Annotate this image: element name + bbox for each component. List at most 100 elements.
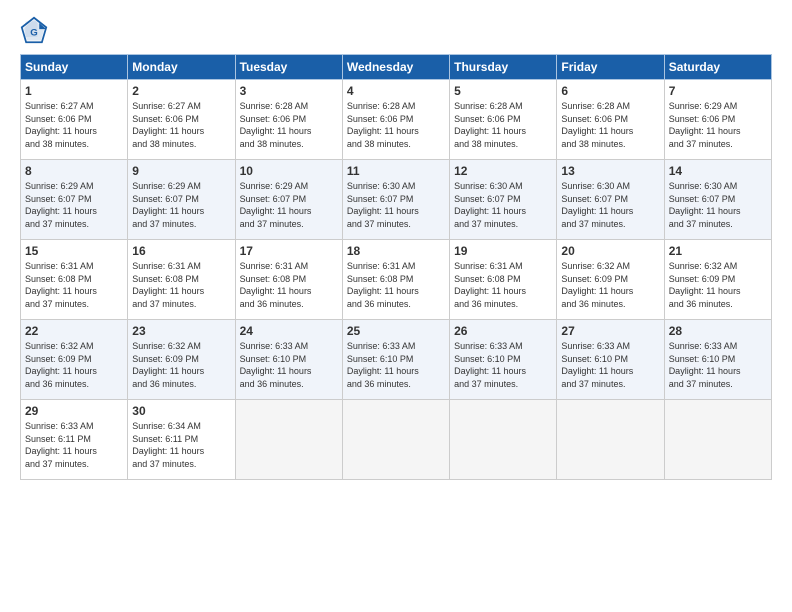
day-info: Sunrise: 6:28 AM Sunset: 6:06 PM Dayligh… (561, 100, 659, 150)
day-number: 18 (347, 244, 445, 258)
calendar-week-4: 22Sunrise: 6:32 AM Sunset: 6:09 PM Dayli… (21, 320, 772, 400)
calendar-header-row: SundayMondayTuesdayWednesdayThursdayFrid… (21, 55, 772, 80)
calendar-cell: 7 Sunrise: 6:29 AM Sunset: 6:06 PM Daylig… (664, 80, 771, 160)
calendar-cell: 25 Sunrise: 6:33 AM Sunset: 6:10 PM Dayli… (342, 320, 449, 400)
calendar-cell: 6 Sunrise: 6:28 AM Sunset: 6:06 PM Daylig… (557, 80, 664, 160)
header-day-sunday: Sunday (21, 55, 128, 80)
calendar-cell: 3 Sunrise: 6:28 AM Sunset: 6:06 PM Daylig… (235, 80, 342, 160)
day-number: 3 (240, 84, 338, 98)
calendar-cell: 21Sunrise: 6:32 AM Sunset: 6:09 PM Dayli… (664, 240, 771, 320)
calendar-cell: 30 Sunrise: 6:34 AM Sunset: 6:11 PM Dayli… (128, 400, 235, 480)
calendar-cell (664, 400, 771, 480)
calendar-cell: 16 Sunrise: 6:31 AM Sunset: 6:08 PM Dayli… (128, 240, 235, 320)
day-info: Sunrise: 6:30 AM Sunset: 6:07 PM Dayligh… (454, 180, 552, 230)
calendar-cell: 8 Sunrise: 6:29 AM Sunset: 6:07 PM Daylig… (21, 160, 128, 240)
day-number: 12 (454, 164, 552, 178)
calendar-header: SundayMondayTuesdayWednesdayThursdayFrid… (21, 55, 772, 80)
day-info: Sunrise: 6:31 AM Sunset: 6:08 PM Dayligh… (347, 260, 445, 310)
calendar-cell: 26Sunrise: 6:33 AM Sunset: 6:10 PM Dayli… (450, 320, 557, 400)
day-number: 4 (347, 84, 445, 98)
day-info: Sunrise: 6:32 AM Sunset: 6:09 PM Dayligh… (669, 260, 767, 310)
day-number: 30 (132, 404, 230, 418)
calendar-week-2: 8 Sunrise: 6:29 AM Sunset: 6:07 PM Daylig… (21, 160, 772, 240)
day-number: 19 (454, 244, 552, 258)
day-number: 7 (669, 84, 767, 98)
header-day-wednesday: Wednesday (342, 55, 449, 80)
day-number: 20 (561, 244, 659, 258)
header-day-monday: Monday (128, 55, 235, 80)
day-info: Sunrise: 6:30 AM Sunset: 6:07 PM Dayligh… (347, 180, 445, 230)
logo: G (20, 16, 52, 44)
calendar-cell: 28 Sunrise: 6:33 AM Sunset: 6:10 PM Dayli… (664, 320, 771, 400)
calendar-week-5: 29 Sunrise: 6:33 AM Sunset: 6:11 PM Dayli… (21, 400, 772, 480)
day-number: 15 (25, 244, 123, 258)
day-number: 16 (132, 244, 230, 258)
day-info: Sunrise: 6:31 AM Sunset: 6:08 PM Dayligh… (454, 260, 552, 310)
calendar-cell: 18 Sunrise: 6:31 AM Sunset: 6:08 PM Dayli… (342, 240, 449, 320)
day-info: Sunrise: 6:33 AM Sunset: 6:10 PM Dayligh… (669, 340, 767, 390)
day-info: Sunrise: 6:33 AM Sunset: 6:11 PM Dayligh… (25, 420, 123, 470)
day-number: 9 (132, 164, 230, 178)
day-info: Sunrise: 6:30 AM Sunset: 6:07 PM Dayligh… (669, 180, 767, 230)
calendar-cell: 12 Sunrise: 6:30 AM Sunset: 6:07 PM Dayli… (450, 160, 557, 240)
day-info: Sunrise: 6:33 AM Sunset: 6:10 PM Dayligh… (347, 340, 445, 390)
day-number: 25 (347, 324, 445, 338)
day-number: 27 (561, 324, 659, 338)
calendar-body: 1Sunrise: 6:27 AM Sunset: 6:06 PM Daylig… (21, 80, 772, 480)
calendar-table: SundayMondayTuesdayWednesdayThursdayFrid… (20, 54, 772, 480)
svg-text:G: G (30, 27, 37, 38)
day-info: Sunrise: 6:29 AM Sunset: 6:06 PM Dayligh… (669, 100, 767, 150)
calendar-week-3: 15 Sunrise: 6:31 AM Sunset: 6:08 PM Dayli… (21, 240, 772, 320)
day-info: Sunrise: 6:31 AM Sunset: 6:08 PM Dayligh… (240, 260, 338, 310)
calendar-cell: 11 Sunrise: 6:30 AM Sunset: 6:07 PM Dayli… (342, 160, 449, 240)
day-number: 5 (454, 84, 552, 98)
calendar-cell: 20Sunrise: 6:32 AM Sunset: 6:09 PM Dayli… (557, 240, 664, 320)
calendar-cell: 14 Sunrise: 6:30 AM Sunset: 6:07 PM Dayli… (664, 160, 771, 240)
day-number: 6 (561, 84, 659, 98)
calendar-cell: 2 Sunrise: 6:27 AM Sunset: 6:06 PM Daylig… (128, 80, 235, 160)
header-day-saturday: Saturday (664, 55, 771, 80)
calendar-cell: 17Sunrise: 6:31 AM Sunset: 6:08 PM Dayli… (235, 240, 342, 320)
calendar-cell (235, 400, 342, 480)
day-info: Sunrise: 6:33 AM Sunset: 6:10 PM Dayligh… (561, 340, 659, 390)
calendar-cell: 24Sunrise: 6:33 AM Sunset: 6:10 PM Dayli… (235, 320, 342, 400)
day-info: Sunrise: 6:31 AM Sunset: 6:08 PM Dayligh… (132, 260, 230, 310)
calendar-cell (450, 400, 557, 480)
day-info: Sunrise: 6:28 AM Sunset: 6:06 PM Dayligh… (347, 100, 445, 150)
day-number: 24 (240, 324, 338, 338)
calendar-page: G SundayMondayTuesdayWednesdayThursdayFr… (0, 0, 792, 612)
day-number: 2 (132, 84, 230, 98)
calendar-cell: 9 Sunrise: 6:29 AM Sunset: 6:07 PM Daylig… (128, 160, 235, 240)
day-info: Sunrise: 6:32 AM Sunset: 6:09 PM Dayligh… (25, 340, 123, 390)
day-info: Sunrise: 6:30 AM Sunset: 6:07 PM Dayligh… (561, 180, 659, 230)
day-number: 13 (561, 164, 659, 178)
day-info: Sunrise: 6:31 AM Sunset: 6:08 PM Dayligh… (25, 260, 123, 310)
day-number: 26 (454, 324, 552, 338)
day-number: 29 (25, 404, 123, 418)
day-info: Sunrise: 6:29 AM Sunset: 6:07 PM Dayligh… (132, 180, 230, 230)
calendar-cell: 4 Sunrise: 6:28 AM Sunset: 6:06 PM Daylig… (342, 80, 449, 160)
day-info: Sunrise: 6:29 AM Sunset: 6:07 PM Dayligh… (25, 180, 123, 230)
calendar-cell: 10Sunrise: 6:29 AM Sunset: 6:07 PM Dayli… (235, 160, 342, 240)
header-day-tuesday: Tuesday (235, 55, 342, 80)
day-number: 14 (669, 164, 767, 178)
header-row: G (20, 16, 772, 44)
calendar-cell: 13 Sunrise: 6:30 AM Sunset: 6:07 PM Dayli… (557, 160, 664, 240)
day-number: 8 (25, 164, 123, 178)
header-day-friday: Friday (557, 55, 664, 80)
calendar-cell: 22Sunrise: 6:32 AM Sunset: 6:09 PM Dayli… (21, 320, 128, 400)
calendar-cell (342, 400, 449, 480)
day-number: 28 (669, 324, 767, 338)
day-info: Sunrise: 6:27 AM Sunset: 6:06 PM Dayligh… (132, 100, 230, 150)
calendar-cell: 1Sunrise: 6:27 AM Sunset: 6:06 PM Daylig… (21, 80, 128, 160)
header-day-thursday: Thursday (450, 55, 557, 80)
calendar-cell: 15 Sunrise: 6:31 AM Sunset: 6:08 PM Dayli… (21, 240, 128, 320)
calendar-cell: 27 Sunrise: 6:33 AM Sunset: 6:10 PM Dayli… (557, 320, 664, 400)
calendar-week-1: 1Sunrise: 6:27 AM Sunset: 6:06 PM Daylig… (21, 80, 772, 160)
day-info: Sunrise: 6:28 AM Sunset: 6:06 PM Dayligh… (240, 100, 338, 150)
day-info: Sunrise: 6:34 AM Sunset: 6:11 PM Dayligh… (132, 420, 230, 470)
logo-icon: G (20, 16, 48, 44)
calendar-cell (557, 400, 664, 480)
day-info: Sunrise: 6:27 AM Sunset: 6:06 PM Dayligh… (25, 100, 123, 150)
day-number: 11 (347, 164, 445, 178)
